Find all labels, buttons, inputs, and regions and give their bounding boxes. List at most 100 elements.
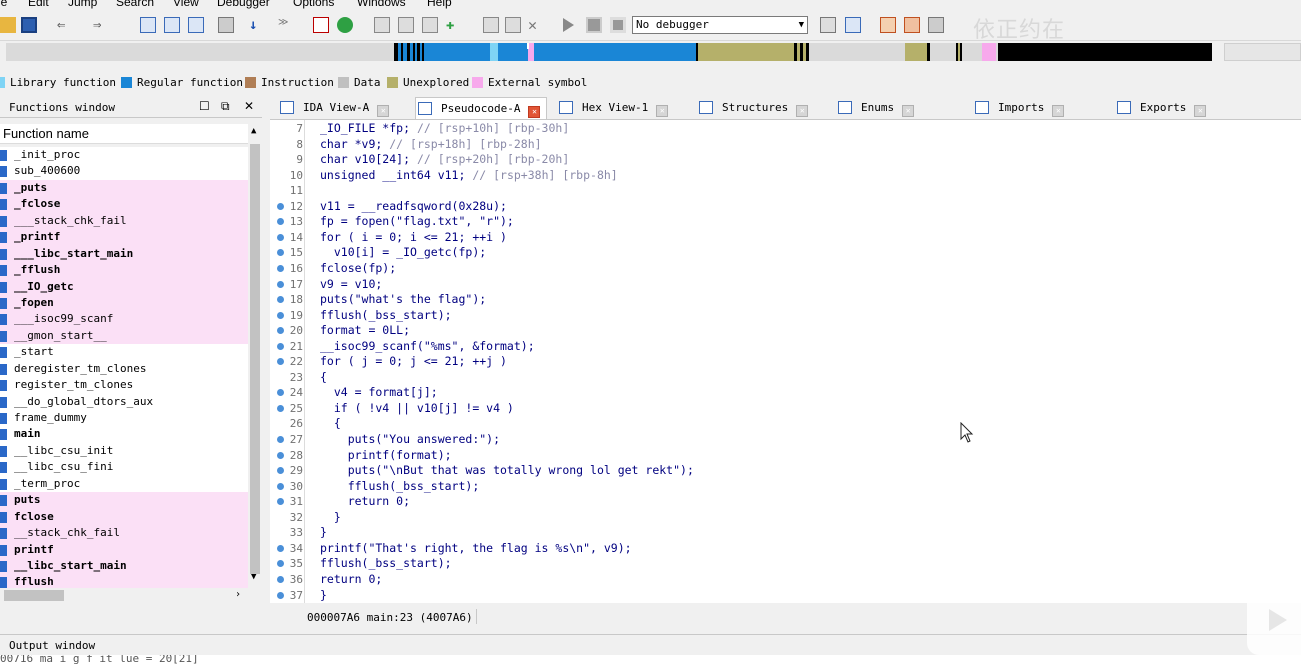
float-icon[interactable]: ⧉: [221, 99, 230, 114]
scroll-up-icon[interactable]: ▲: [251, 126, 256, 136]
function-row[interactable]: ___isoc99_scanf: [0, 311, 248, 328]
function-row[interactable]: deregister_tm_clones: [0, 361, 248, 377]
breakpoint-dot-icon[interactable]: [277, 451, 284, 459]
binary-view-icon[interactable]: [140, 17, 156, 33]
patch-icon[interactable]: [218, 17, 234, 33]
breakpoint-dot-icon[interactable]: [277, 544, 284, 552]
menu-item-search[interactable]: Search: [116, 0, 154, 9]
function-row[interactable]: __IO_getc: [0, 278, 248, 295]
breakpoint-dot-icon[interactable]: [277, 311, 284, 319]
options-icon[interactable]: [928, 17, 944, 33]
breakpoint-dot-icon[interactable]: [277, 264, 284, 272]
function-row[interactable]: fclose: [0, 508, 248, 526]
menu-item-debugger[interactable]: Debugger: [217, 0, 270, 9]
function-row[interactable]: ___stack_chk_fail: [0, 212, 248, 230]
back-icon[interactable]: ⇐: [57, 17, 73, 33]
function-row[interactable]: ___libc_start_main: [0, 245, 248, 263]
breakpoint-dot-icon[interactable]: [277, 280, 284, 288]
navigation-strip[interactable]: [6, 43, 1212, 61]
open-icon[interactable]: [0, 17, 16, 33]
add-icon[interactable]: ✚: [446, 17, 462, 33]
scrollbar-thumb[interactable]: [4, 590, 64, 601]
jump-down-icon[interactable]: ↓: [249, 17, 265, 33]
tab-hex-view-1[interactable]: Hex View-1 ✕: [557, 97, 674, 118]
function-row[interactable]: _puts: [0, 179, 248, 197]
menu-item-options[interactable]: Options: [293, 0, 334, 9]
function-row[interactable]: __stack_chk_fail: [0, 525, 248, 542]
function-row[interactable]: frame_dummy: [0, 410, 248, 426]
functions-list[interactable]: _init_proc sub_400600 _puts _fclose ___stack…: [0, 147, 248, 590]
xref-icon[interactable]: ≫: [278, 17, 294, 33]
scroll-right-icon[interactable]: ›: [235, 589, 241, 600]
breakpoints-icon[interactable]: [880, 17, 896, 33]
tab-exports[interactable]: Exports ✕: [1115, 97, 1212, 118]
function-row[interactable]: __libc_start_main: [0, 557, 248, 575]
video-play-overlay[interactable]: [1247, 585, 1301, 655]
breakpoint-dot-icon[interactable]: [277, 482, 284, 490]
breakpoint-dot-icon[interactable]: [277, 296, 284, 304]
selectors-icon[interactable]: [398, 17, 414, 33]
tab-close-icon[interactable]: ✕: [796, 105, 809, 117]
function-row[interactable]: _start: [0, 344, 248, 360]
functions-vertical-scrollbar[interactable]: ▲ ▼: [248, 124, 262, 586]
close-icon[interactable]: ✕: [528, 17, 544, 33]
segments-icon[interactable]: [374, 17, 390, 33]
stop-icon[interactable]: [610, 17, 626, 33]
menu-item-view[interactable]: View: [173, 0, 199, 9]
function-row[interactable]: __libc_csu_fini: [0, 459, 248, 475]
function-row[interactable]: puts: [0, 492, 248, 509]
tab-pseudocode-a[interactable]: Pseudocode-A ✕: [415, 97, 548, 119]
tab-close-icon[interactable]: ✕: [656, 105, 669, 117]
debugger-select[interactable]: No debugger ▼: [632, 16, 808, 34]
menu-item-help[interactable]: Help: [427, 0, 452, 9]
function-row[interactable]: _printf: [0, 229, 248, 246]
breakpoint-dot-icon[interactable]: [277, 233, 284, 241]
attach-icon[interactable]: [820, 17, 836, 33]
refresh-icon[interactable]: [845, 17, 861, 33]
play-icon[interactable]: [1269, 609, 1287, 631]
enum-view-icon[interactable]: [188, 17, 204, 33]
tab-close-icon[interactable]: ✕: [1194, 105, 1207, 117]
function-row[interactable]: sub_400600: [0, 163, 248, 179]
graph-icon[interactable]: [313, 17, 329, 33]
forward-icon[interactable]: ⇒: [93, 17, 109, 33]
tab-close-icon[interactable]: ✕: [1052, 105, 1065, 117]
tab-close-icon[interactable]: ✕: [528, 106, 541, 118]
function-row[interactable]: _init_proc: [0, 147, 248, 163]
tab-enums[interactable]: Enums ✕: [836, 97, 920, 118]
pause-icon[interactable]: [586, 17, 602, 33]
tab-close-icon[interactable]: ✕: [377, 105, 390, 117]
menu-item-windows[interactable]: Windows: [357, 0, 406, 9]
strings-icon[interactable]: [483, 17, 499, 33]
function-row[interactable]: _fopen: [0, 294, 248, 312]
restore-icon[interactable]: ☐: [199, 99, 210, 113]
breakpoint-dot-icon[interactable]: [277, 404, 284, 412]
function-row[interactable]: __gmon_start__: [0, 327, 248, 345]
function-row[interactable]: main: [0, 426, 248, 442]
menu-item-edit[interactable]: Edit: [28, 0, 49, 9]
close-pane-icon[interactable]: ✕: [244, 99, 254, 113]
functions-column-header[interactable]: Function name: [0, 124, 248, 144]
run-script-icon[interactable]: [337, 17, 353, 33]
tab-structures[interactable]: Structures ✕: [697, 97, 814, 118]
names-icon[interactable]: [422, 17, 438, 33]
start-debug-icon[interactable]: [563, 18, 574, 32]
functions-horizontal-scrollbar[interactable]: ›: [0, 588, 262, 603]
breakpoint-dot-icon[interactable]: [277, 436, 284, 443]
function-row[interactable]: printf: [0, 541, 248, 558]
breakpoint-dot-icon[interactable]: [277, 591, 284, 599]
navigation-band[interactable]: [0, 41, 1301, 63]
breakpoint-dot-icon[interactable]: [277, 342, 284, 350]
menu-item-file[interactable]: File: [0, 0, 7, 9]
menu-item-jump[interactable]: Jump: [68, 0, 97, 9]
scroll-down-icon[interactable]: ▼: [251, 572, 256, 582]
tab-close-icon[interactable]: ✕: [902, 105, 915, 117]
struct-view-icon[interactable]: [164, 17, 180, 33]
pseudocode-view[interactable]: 7 _IO_FILE *fp; // [rsp+10h] [rbp-30h] 8 ch…: [270, 120, 1301, 603]
function-row[interactable]: register_tm_clones: [0, 377, 248, 393]
tracing-icon[interactable]: [904, 17, 920, 33]
breakpoint-dot-icon[interactable]: [277, 575, 284, 583]
function-row[interactable]: _fclose: [0, 196, 248, 213]
function-row[interactable]: __do_global_dtors_aux: [0, 394, 248, 410]
signatures-icon[interactable]: [505, 17, 521, 33]
